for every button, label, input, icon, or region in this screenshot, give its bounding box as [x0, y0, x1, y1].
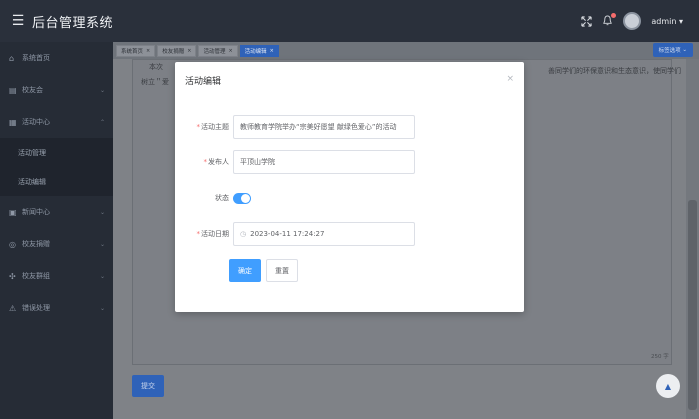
app-title: 后台管理系统: [32, 15, 114, 31]
sidebar-item-groups[interactable]: ✣ 校友群组 ⌄: [0, 260, 113, 292]
confirm-button[interactable]: 确定: [229, 259, 261, 282]
tab-options-label: 标签选项: [658, 48, 681, 54]
publisher-input[interactable]: 平顶山学院: [233, 150, 415, 174]
tab-activity-edit[interactable]: 活动编辑 ×: [239, 44, 279, 57]
editor-line-1-right: 善同学们的环保意识和生态意识，使同学们: [548, 67, 681, 75]
header-actions: admin ▾: [581, 0, 683, 42]
status-toggle[interactable]: [233, 192, 251, 204]
edit-dialog: 活动编辑 × *活动主题 教师教育学院举办“宗美好愿望 献绿色爱心”的活动 *发…: [175, 62, 524, 312]
close-icon[interactable]: ×: [506, 74, 514, 84]
close-icon[interactable]: ×: [146, 48, 150, 54]
date-label-text: 活动日期: [201, 230, 229, 238]
bell-icon[interactable]: [602, 13, 617, 27]
sidebar-subitem-label: 活动管理: [18, 148, 46, 157]
tab-options-button[interactable]: 标签选项 ⌄: [652, 43, 693, 57]
form-row-publisher: *发布人 平顶山学院: [175, 150, 524, 174]
fullscreen-icon[interactable]: [581, 15, 592, 27]
document-icon: ▤: [9, 85, 17, 95]
sidebar-item-alumni[interactable]: ▤ 校友会 ⌄: [0, 74, 113, 106]
editor-text: 本次 树立＂爱: [141, 60, 169, 90]
tab-home[interactable]: 系统首页 ×: [116, 44, 156, 57]
sidebar-item-home[interactable]: ⌂ 系统首页: [0, 42, 113, 74]
sidebar: ⌂ 系统首页 ▤ 校友会 ⌄ ▦ 活动中心 ⌃ 活动管理 活动编辑 ▣ 新闻中心…: [0, 42, 113, 419]
required-mark: *: [196, 230, 201, 238]
theme-label-text: 活动主题: [201, 123, 229, 131]
chevron-down-icon: ⌄: [99, 272, 105, 280]
chevron-down-icon: ⌄: [99, 304, 105, 312]
scrollbar-thumb[interactable]: [688, 200, 697, 410]
username: admin: [651, 16, 677, 26]
tab-label: 活动管理: [203, 48, 226, 55]
tab-label: 活动编辑: [244, 48, 267, 55]
sidebar-subitem-activity-manage[interactable]: 活动管理: [0, 138, 113, 167]
warning-icon: ⚠: [9, 303, 17, 313]
word-count: 250 字: [651, 354, 669, 360]
hamburger-icon[interactable]: ☰: [4, 13, 32, 29]
form-row-theme: *活动主题 教师教育学院举办“宗美好愿望 献绿色爱心”的活动: [175, 115, 524, 139]
sidebar-item-activity-center[interactable]: ▦ 活动中心 ⌃: [0, 106, 113, 138]
app-root: ☰ 后台管理系统 admin ▾ ⌂ 系统首页 ▤ 校友会 ⌄ ▦ 活动中心 ⌃…: [0, 0, 699, 419]
news-icon: ▣: [9, 207, 17, 217]
sidebar-item-label: 新闻中心: [22, 208, 50, 216]
user-menu[interactable]: admin ▾: [651, 17, 683, 26]
tabs-bar: 系统首页 × 校友捐赠 × 活动管理 × 活动编辑 × 标签选项 ⌄: [113, 42, 699, 59]
calendar-icon: ▦: [9, 117, 17, 127]
clock-icon: ◷: [240, 230, 247, 238]
sidebar-item-news[interactable]: ▣ 新闻中心 ⌄: [0, 196, 113, 228]
top-bar: ☰ 后台管理系统 admin ▾: [0, 0, 699, 42]
tab-label: 校友捐赠: [162, 48, 185, 55]
toggle-knob: [241, 193, 250, 203]
sidebar-item-label: 错误处理: [22, 304, 50, 312]
tab-label: 系统首页: [121, 48, 144, 55]
dialog-title: 活动编辑: [185, 77, 222, 87]
date-value: 2023-04-11 17:24:27: [250, 230, 325, 238]
chevron-up-icon: ⌃: [99, 118, 105, 126]
chevron-down-icon: ⌄: [99, 86, 105, 94]
theme-label: *活动主题: [175, 122, 230, 132]
editor-line-2: 树立＂爱: [141, 78, 169, 86]
sidebar-item-label: 校友捐赠: [22, 240, 50, 248]
caret-down-icon: ▾: [678, 16, 683, 26]
chevron-down-icon: ⌄: [99, 208, 105, 216]
sidebar-item-label: 校友群组: [22, 272, 50, 280]
caret-up-icon: ▲: [664, 381, 672, 391]
publisher-value: 平顶山学院: [240, 158, 275, 166]
form-row-date: *活动日期 ◷ 2023-04-11 17:24:27: [175, 222, 524, 246]
date-picker-input[interactable]: ◷ 2023-04-11 17:24:27: [233, 222, 415, 246]
group-icon: ✣: [9, 271, 16, 281]
sidebar-item-label: 活动中心: [22, 118, 50, 126]
back-to-top-button[interactable]: ▲: [656, 374, 680, 398]
avatar[interactable]: [623, 12, 642, 30]
required-mark: *: [196, 123, 201, 131]
sidebar-subitem-activity-edit[interactable]: 活动编辑: [0, 167, 113, 196]
submit-button[interactable]: 提交: [132, 375, 164, 397]
editor-line-1: 本次: [149, 63, 163, 71]
publisher-label: *发布人: [175, 157, 230, 167]
publisher-label-text: 发布人: [208, 158, 229, 166]
notification-dot: [611, 13, 617, 18]
sidebar-item-label: 系统首页: [22, 54, 50, 62]
sidebar-item-errors[interactable]: ⚠ 错误处理 ⌄: [0, 292, 113, 324]
theme-value: 教师教育学院举办“宗美好愿望 献绿色爱心”的活动: [240, 123, 397, 131]
required-mark: *: [203, 158, 208, 166]
close-icon[interactable]: ×: [187, 48, 191, 54]
close-icon[interactable]: ×: [228, 48, 232, 54]
status-label: 状态: [215, 194, 229, 202]
sidebar-item-donation[interactable]: ◎ 校友捐赠 ⌄: [0, 228, 113, 260]
gift-icon: ◎: [9, 239, 16, 249]
close-icon[interactable]: ×: [270, 48, 274, 54]
tab-donation[interactable]: 校友捐赠 ×: [157, 44, 197, 57]
theme-input[interactable]: 教师教育学院举办“宗美好愿望 献绿色爱心”的活动: [233, 115, 415, 139]
date-label: *活动日期: [175, 229, 230, 239]
form-row-status: 状态: [175, 186, 524, 210]
sidebar-item-label: 校友会: [22, 86, 43, 94]
home-icon: ⌂: [9, 53, 15, 63]
tab-activity-manage[interactable]: 活动管理 ×: [198, 44, 238, 57]
reset-button[interactable]: 重置: [266, 259, 298, 282]
sidebar-subitem-label: 活动编辑: [18, 177, 46, 186]
chevron-down-icon: ⌄: [99, 240, 105, 248]
